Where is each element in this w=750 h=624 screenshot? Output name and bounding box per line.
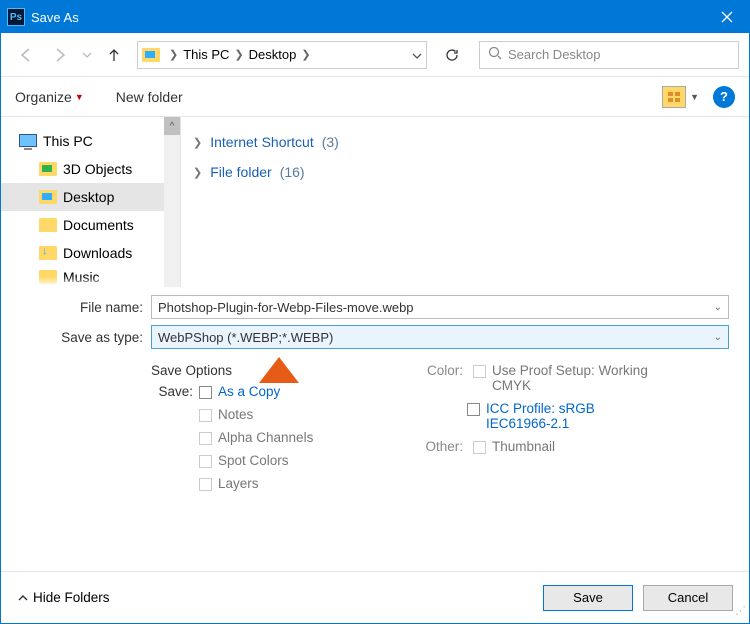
resize-grip[interactable]: ⋰ (735, 609, 747, 621)
up-button[interactable] (99, 40, 129, 70)
alpha-channels-label: Alpha Channels (218, 430, 313, 445)
folder-tree: This PC 3D Objects Desktop Documents Dow… (1, 117, 181, 287)
fade-overlay (1, 277, 164, 287)
search-icon (488, 46, 502, 63)
breadcrumb-desktop[interactable]: Desktop (249, 47, 297, 62)
save-button[interactable]: Save (543, 585, 633, 611)
tree-3d-objects[interactable]: 3D Objects (1, 155, 180, 183)
layers-checkbox (199, 478, 212, 491)
filename-input[interactable]: Photshop-Plugin-for-Webp-Files-move.webp… (151, 295, 729, 319)
search-placeholder: Search Desktop (508, 47, 601, 62)
caret-down-icon: ▼ (75, 92, 84, 102)
view-options-button[interactable] (662, 86, 686, 108)
search-input[interactable]: Search Desktop (479, 41, 739, 69)
save-type-select[interactable]: WebPShop (*.WEBP;*.WEBP) ⌄ (151, 325, 729, 349)
chevron-right-icon: ❯ (193, 166, 202, 179)
chevron-right-icon: ❯ (164, 48, 183, 61)
tree-this-pc[interactable]: This PC (1, 127, 180, 155)
tree-scrollbar[interactable]: ^ (164, 117, 180, 287)
pc-icon (19, 134, 37, 148)
refresh-button[interactable] (437, 41, 467, 69)
explorer-pane: This PC 3D Objects Desktop Documents Dow… (1, 117, 749, 287)
recent-dropdown[interactable] (79, 40, 95, 70)
thumbnail-label: Thumbnail (492, 439, 555, 454)
cancel-button[interactable]: Cancel (643, 585, 733, 611)
new-folder-button[interactable]: New folder (116, 89, 183, 105)
alpha-channels-checkbox (199, 432, 212, 445)
as-copy-label[interactable]: As a Copy (218, 384, 280, 399)
folder-icon (39, 162, 57, 176)
thumbnail-checkbox (473, 441, 486, 454)
help-button[interactable]: ? (713, 86, 735, 108)
view-caret-icon[interactable]: ▼ (690, 92, 699, 102)
scroll-up-icon[interactable]: ^ (164, 117, 180, 135)
window-title: Save As (31, 10, 705, 25)
folder-icon (39, 190, 57, 204)
layers-label: Layers (218, 476, 259, 491)
tree-documents[interactable]: Documents (1, 211, 180, 239)
back-button[interactable] (11, 40, 41, 70)
folder-icon (39, 218, 57, 232)
notes-checkbox (199, 409, 212, 422)
tree-downloads[interactable]: Downloads (1, 239, 180, 267)
chevron-right-icon: ❯ (229, 48, 248, 61)
close-button[interactable] (705, 1, 749, 33)
annotation-arrow (259, 357, 299, 383)
chevron-right-icon: ❯ (193, 136, 202, 149)
photoshop-icon: Ps (7, 8, 25, 26)
toolbar: Organize▼ New folder ▼ ? (1, 77, 749, 117)
icc-profile-checkbox[interactable] (467, 403, 480, 416)
save-options: Save Options Save: As a Copy Notes Alpha… (1, 355, 749, 499)
breadcrumb[interactable]: ❯ This PC ❯ Desktop ❯ (137, 41, 427, 69)
color-label: Color: (411, 363, 463, 378)
icc-profile-label[interactable]: ICC Profile: sRGB IEC61966-2.1 (486, 401, 656, 431)
dropdown-icon[interactable]: ⌄ (714, 302, 722, 313)
as-copy-checkbox[interactable] (199, 386, 212, 399)
folder-icon (142, 48, 160, 62)
proof-setup-label: Use Proof Setup: Working CMYK (492, 363, 662, 393)
chevron-up-icon (17, 592, 29, 604)
dropdown-icon[interactable]: ⌄ (714, 332, 722, 343)
hide-folders-toggle[interactable]: Hide Folders (17, 590, 110, 605)
folder-icon (39, 246, 57, 260)
save-sublabel: Save: (151, 384, 193, 399)
navigation-bar: ❯ This PC ❯ Desktop ❯ Search Desktop (1, 33, 749, 77)
spot-colors-label: Spot Colors (218, 453, 289, 468)
organize-menu[interactable]: Organize▼ (15, 89, 84, 105)
chevron-right-icon: ❯ (296, 48, 315, 61)
group-file-folder[interactable]: ❯ File folder (16) (193, 157, 737, 187)
title-bar: Ps Save As (1, 1, 749, 33)
save-type-label: Save as type: (21, 330, 151, 345)
group-internet-shortcut[interactable]: ❯ Internet Shortcut (3) (193, 127, 737, 157)
dialog-footer: Hide Folders Save Cancel (1, 571, 749, 623)
breadcrumb-dropdown[interactable] (412, 47, 422, 62)
proof-setup-checkbox (473, 365, 486, 378)
other-label: Other: (411, 439, 463, 454)
tree-desktop[interactable]: Desktop (1, 183, 180, 211)
notes-label: Notes (218, 407, 253, 422)
spot-colors-checkbox (199, 455, 212, 468)
filename-label: File name: (21, 300, 151, 315)
breadcrumb-this-pc[interactable]: This PC (183, 47, 229, 62)
forward-button[interactable] (45, 40, 75, 70)
file-list[interactable]: ❯ Internet Shortcut (3) ❯ File folder (1… (181, 117, 749, 287)
file-fields: File name: Photshop-Plugin-for-Webp-File… (1, 287, 749, 349)
